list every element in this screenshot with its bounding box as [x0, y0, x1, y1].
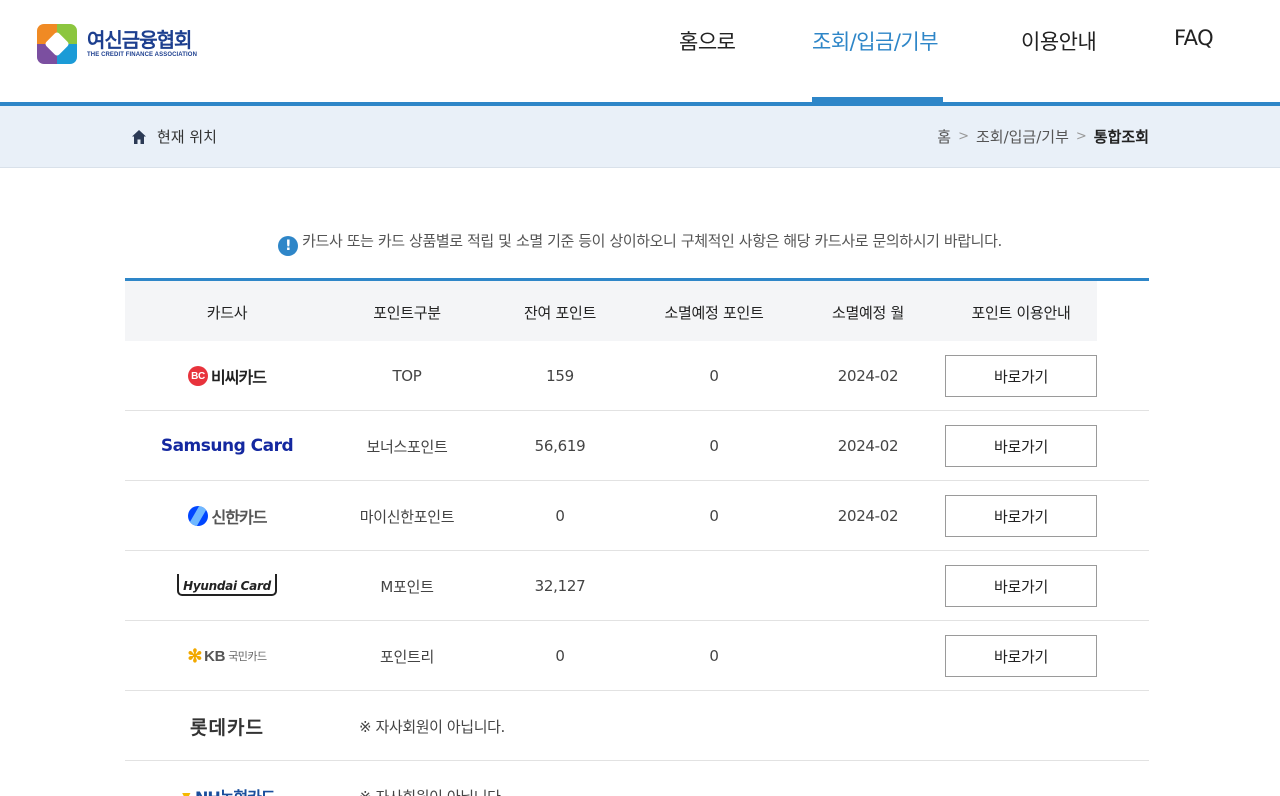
- home-icon: [132, 129, 146, 144]
- go-cell: 바로가기: [943, 341, 1099, 411]
- point-type: 보너스포인트: [366, 437, 448, 456]
- points-table: 카드사 포인트구분 잔여 포인트 소멸예정 포인트 소멸예정 월 포인트 이용안…: [125, 278, 1149, 796]
- site-logo[interactable]: 여신금융협회 THE CREDIT FINANCE ASSOCIATION: [37, 23, 217, 65]
- expiring-points: [635, 551, 793, 621]
- card-logo-text: Hyundai Card: [177, 573, 277, 596]
- col-expiry-month: 소멸예정 월: [832, 304, 904, 322]
- nav-guide[interactable]: 이용안내: [1021, 26, 1097, 56]
- card-logo-text: KB: [204, 647, 226, 665]
- nav-active-indicator: [812, 97, 943, 103]
- expiring-points: 0: [709, 647, 719, 665]
- nav-inquiry[interactable]: 조회/입금/기부: [812, 26, 939, 56]
- table-row: 롯데카드 ※ 자사회원이 아닙니다.: [125, 691, 1149, 761]
- expiring-points: 0: [709, 367, 719, 385]
- current-location: 현재 위치: [131, 126, 217, 147]
- point-type: 포인트리: [379, 647, 434, 666]
- expiry-month: 2024-02: [837, 437, 899, 455]
- non-member-note: ※ 자사회원이 아닙니다.: [359, 717, 505, 736]
- card-logo-text: 롯데카드: [190, 716, 264, 739]
- go-button[interactable]: 바로가기: [945, 425, 1097, 467]
- card-logo-text: 신한카드: [211, 508, 268, 527]
- card-logo-text: Samsung Card: [160, 436, 294, 456]
- go-cell: 바로가기: [943, 621, 1099, 691]
- logo-name-en: THE CREDIT FINANCE ASSOCIATION: [87, 52, 198, 58]
- breadcrumb-bar: 현재 위치 홈 > 조회/입금/기부 > 통합조회: [0, 106, 1280, 168]
- card-logo-samsung: Samsung Card: [125, 411, 329, 481]
- remaining-points: 0: [555, 647, 565, 665]
- remaining-points: 56,619: [534, 437, 586, 455]
- nav-faq[interactable]: FAQ: [1174, 26, 1214, 50]
- table-row: 신한카드 마이신한포인트 0 0 2024-02 바로가기: [125, 481, 1149, 551]
- go-cell: 바로가기: [943, 551, 1099, 621]
- card-logo-nh: ▼ NH농협카드: [125, 761, 329, 796]
- expiring-points: 0: [709, 437, 719, 455]
- table-row: ▼ NH농협카드 ※ 자사회원이 아닙니다.: [125, 761, 1149, 796]
- table-row: Hyundai Card M포인트 32,127 바로가기: [125, 551, 1149, 621]
- logo-name-ko: 여신금융협회: [87, 28, 192, 52]
- expiry-month: [793, 621, 943, 691]
- breadcrumb-separator: >: [958, 129, 969, 144]
- nav-home[interactable]: 홈으로: [679, 26, 736, 56]
- remaining-points: 0: [555, 507, 565, 525]
- table-row: Samsung Card 보너스포인트 56,619 0 2024-02 바로가…: [125, 411, 1149, 481]
- card-logo-bc: BC 비씨카드: [125, 341, 329, 411]
- expiring-points: 0: [709, 507, 719, 525]
- non-member-note: ※ 자사회원이 아닙니다.: [359, 761, 505, 796]
- breadcrumb: 홈 > 조회/입금/기부 > 통합조회: [937, 126, 1149, 147]
- table-row: BC 비씨카드 TOP 159 0 2024-02 바로가기: [125, 341, 1149, 411]
- breadcrumb-home[interactable]: 홈: [937, 126, 951, 147]
- card-logo-kb: ✻ KB 국민카드: [125, 621, 329, 691]
- card-logo-subtext: 국민카드: [228, 650, 267, 663]
- exclamation-icon: !: [278, 236, 299, 256]
- col-point-type: 포인트구분: [373, 304, 441, 322]
- card-logo-text: 비씨카드: [211, 368, 267, 387]
- go-button[interactable]: 바로가기: [945, 635, 1097, 677]
- expiry-month: 2024-02: [837, 507, 899, 525]
- card-logo-lotte: 롯데카드: [125, 691, 329, 761]
- col-remaining: 잔여 포인트: [524, 304, 596, 322]
- expiry-month: 2024-02: [837, 367, 899, 385]
- logo-mark-icon: [37, 24, 77, 64]
- go-cell: 바로가기: [943, 411, 1099, 481]
- point-type: TOP: [392, 367, 422, 385]
- location-label: 현재 위치: [157, 128, 217, 146]
- logo-text: 여신금융협회 THE CREDIT FINANCE ASSOCIATION: [87, 29, 197, 59]
- go-button[interactable]: 바로가기: [945, 495, 1097, 537]
- breadcrumb-current: 통합조회: [1093, 128, 1149, 146]
- breadcrumb-inquiry[interactable]: 조회/입금/기부: [976, 126, 1069, 147]
- shinhan-logo-icon: [187, 506, 208, 526]
- table-row: ✻ KB 국민카드 포인트리 0 0 바로가기: [125, 621, 1149, 691]
- breadcrumb-separator: >: [1075, 129, 1087, 144]
- col-expiring: 소멸예정 포인트: [664, 304, 764, 322]
- expiry-month: [793, 551, 943, 621]
- table-header: 카드사 포인트구분 잔여 포인트 소멸예정 포인트 소멸예정 월 포인트 이용안…: [125, 281, 1149, 341]
- point-type: 마이신한포인트: [359, 507, 455, 526]
- nh-logo-icon: ▼: [179, 788, 193, 796]
- col-card-company: 카드사: [206, 304, 248, 322]
- go-button[interactable]: 바로가기: [945, 565, 1097, 607]
- remaining-points: 159: [546, 367, 574, 385]
- notice-message: ! 카드사 또는 카드 상품별로 적립 및 소멸 기준 등이 상이하오니 구체적인…: [0, 230, 1280, 256]
- point-type: M포인트: [380, 577, 434, 596]
- card-logo-shinhan: 신한카드: [125, 481, 329, 551]
- bc-logo-icon: BC: [188, 366, 209, 386]
- col-usage-guide: 포인트 이용안내: [971, 304, 1071, 322]
- card-logo-hyundai: Hyundai Card: [125, 551, 329, 621]
- notice-text: 카드사 또는 카드 상품별로 적립 및 소멸 기준 등이 상이하오니 구체적인 …: [302, 232, 1002, 250]
- remaining-points: 32,127: [534, 577, 586, 595]
- go-button[interactable]: 바로가기: [945, 355, 1097, 397]
- go-cell: 바로가기: [943, 481, 1099, 551]
- card-logo-text: NH농협카드: [195, 784, 276, 796]
- kb-star-icon: ✻: [187, 645, 203, 666]
